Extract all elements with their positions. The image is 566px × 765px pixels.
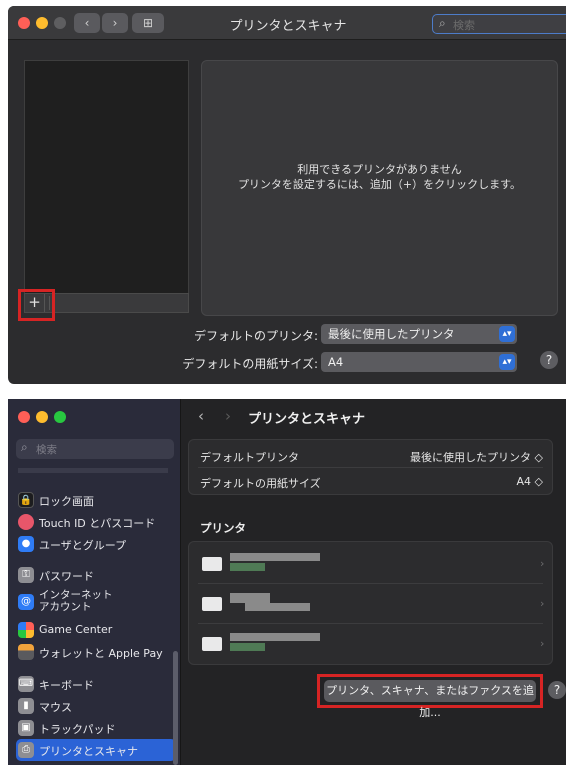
default-paper-popup[interactable]: A4 ▴▾ <box>321 352 517 372</box>
sidebar-item-label: マウス <box>39 701 72 714</box>
minimize-button[interactable] <box>36 411 48 423</box>
search-field[interactable]: ⌕ 検索 <box>432 14 566 34</box>
search-placeholder: 検索 <box>453 19 475 32</box>
redacted-status <box>230 643 265 651</box>
row-divider <box>198 623 543 624</box>
printers-section-heading: プリンタ <box>200 521 246 535</box>
sidebar-item-label: Game Center <box>39 623 113 636</box>
search-icon: ⌕ <box>21 440 28 454</box>
add-printer-scanner-fax-button[interactable]: プリンタ、スキャナ、またはファクスを追加... <box>324 680 536 719</box>
sidebar-item-label: ユーザとグループ <box>39 539 127 552</box>
help-button[interactable]: ? <box>548 681 566 699</box>
redacted-printer-name <box>230 593 270 603</box>
printer-row[interactable]: › <box>190 625 551 663</box>
help-button[interactable]: ? <box>540 351 558 369</box>
wallet-icon <box>18 644 34 660</box>
sidebar-item-trackpad[interactable]: ▣ トラックパッド <box>16 718 176 738</box>
sidebar-item-lock-screen[interactable]: 🔒 ロック画面 <box>16 490 176 510</box>
search-icon: ⌕ <box>439 16 446 30</box>
sidebar-item-internet-accounts[interactable]: @ インターネット アカウント <box>16 589 176 613</box>
sidebar-item-printers-scanners[interactable]: ⎙ プリンタとスキャナ <box>16 739 176 761</box>
sidebar-item-label: ウォレットと Apple Pay <box>39 647 163 660</box>
sidebar-item-label: Touch ID とパスコード <box>39 517 156 530</box>
mouse-icon: ▮ <box>18 698 34 714</box>
sidebar-item-label: ロック画面 <box>39 495 94 508</box>
printers-scanners-window-settings: ⌕ 検索 🔒 ロック画面 Touch ID とパスコード ● ユーザとグループ … <box>8 399 566 765</box>
default-paper-value: A4 <box>328 355 344 369</box>
sidebar-item-touch-id[interactable]: Touch ID とパスコード <box>16 512 176 532</box>
users-icon: ● <box>18 536 34 552</box>
key-icon: ⚿ <box>18 567 34 583</box>
chevron-right-icon: › <box>540 637 545 650</box>
default-paper-popup[interactable]: A4 ◇ <box>368 475 543 488</box>
empty-message-title: 利用できるプリンタがありません <box>297 163 462 176</box>
empty-message-hint: プリンタを設定するには、追加（+）をクリックします。 <box>237 178 522 191</box>
printer-row[interactable]: › <box>190 585 551 623</box>
printer-icon <box>202 637 222 651</box>
sidebar-item-mouse[interactable]: ▮ マウス <box>16 696 176 716</box>
sidebar-item-users-groups[interactable]: ● ユーザとグループ <box>16 534 176 554</box>
sidebar-item-label: キーボード <box>39 679 94 692</box>
zoom-button[interactable] <box>54 411 66 423</box>
sidebar-scrollbar[interactable] <box>173 651 178 765</box>
printers-scanners-window-legacy: ‹ › ⊞ プリンタとスキャナ ⌕ 検索 + 利用できるプリンタがありません プ… <box>8 6 566 384</box>
printer-row[interactable]: › <box>190 545 551 583</box>
chevron-right-icon: › <box>540 557 545 570</box>
redacted-status <box>230 563 265 571</box>
page-title: プリンタとスキャナ <box>248 412 366 427</box>
trackpad-icon: ▣ <box>18 720 34 736</box>
lock-screen-icon: 🔒 <box>18 492 34 508</box>
highlight-box <box>18 289 55 321</box>
chevron-updown-icon: ▴▾ <box>499 354 515 370</box>
default-printer-popup[interactable]: 最後に使用したプリンタ ◇ <box>368 449 543 465</box>
at-icon: @ <box>18 594 34 610</box>
default-printer-popup[interactable]: 最後に使用したプリンタ ▴▾ <box>321 324 517 344</box>
fingerprint-icon <box>18 514 34 530</box>
default-printer-label: デフォルトプリンタ <box>200 451 299 464</box>
close-button[interactable] <box>18 411 30 423</box>
sidebar-item-label: インターネット アカウント <box>39 589 113 613</box>
search-placeholder: 検索 <box>36 444 57 456</box>
chevron-updown-icon: ▴▾ <box>499 326 515 342</box>
sidebar-item-passwords[interactable]: ⚿ パスワード <box>16 565 176 585</box>
sidebar: ⌕ 検索 🔒 ロック画面 Touch ID とパスコード ● ユーザとグループ … <box>8 399 181 765</box>
chevron-right-icon: › <box>540 597 545 610</box>
back-chevron-icon[interactable]: ‹ <box>198 407 204 425</box>
printer-icon <box>202 597 222 611</box>
sidebar-item-keyboard[interactable]: ⌨ キーボード <box>16 674 176 694</box>
default-printer-label: デフォルトのプリンタ: <box>193 329 318 343</box>
clipped-sidebar-item <box>18 468 168 473</box>
default-paper-label: デフォルトの用紙サイズ <box>200 477 321 490</box>
sidebar-item-label: パスワード <box>39 570 94 583</box>
title-bar: ‹ › ⊞ プリンタとスキャナ ⌕ 検索 <box>8 6 566 40</box>
sidebar-item-wallet[interactable]: ウォレットと Apple Pay <box>16 642 176 662</box>
printer-icon <box>202 557 222 571</box>
redacted-printer-name <box>230 553 320 561</box>
printer-list[interactable] <box>24 60 189 294</box>
default-paper-label: デフォルトの用紙サイズ: <box>182 357 318 371</box>
redacted-status <box>245 603 310 611</box>
sidebar-item-game-center[interactable]: Game Center <box>16 620 176 640</box>
sidebar-item-label: プリンタとスキャナ <box>39 745 138 758</box>
row-divider <box>198 467 543 468</box>
sidebar-search-field[interactable]: ⌕ 検索 <box>16 439 174 459</box>
redacted-printer-name <box>230 633 320 641</box>
keyboard-icon: ⌨ <box>18 676 34 692</box>
row-divider <box>198 583 543 584</box>
printer-icon: ⎙ <box>18 742 34 758</box>
forward-chevron-icon[interactable]: › <box>225 407 231 425</box>
game-center-icon <box>18 622 34 638</box>
default-printer-value: 最後に使用したプリンタ <box>328 327 455 341</box>
sidebar-item-label: トラックパッド <box>39 723 116 736</box>
